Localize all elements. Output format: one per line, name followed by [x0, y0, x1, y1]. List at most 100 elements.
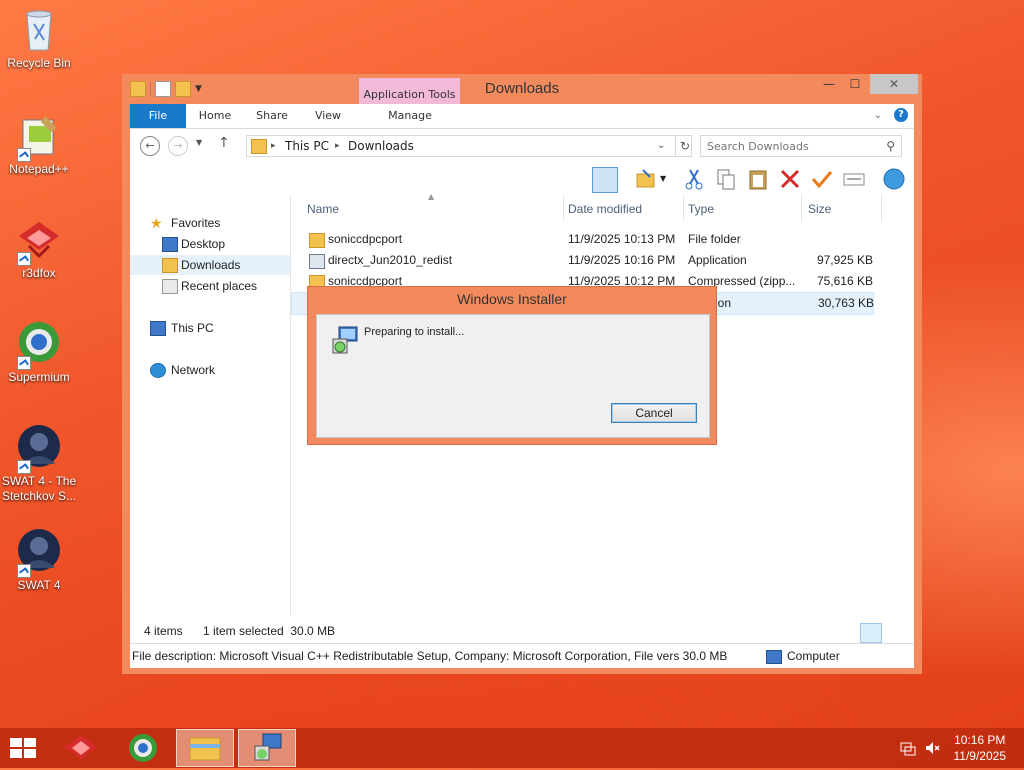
- expand-ribbon-icon[interactable]: ⌄: [874, 110, 882, 121]
- shortcut-arrow-icon: [17, 460, 31, 474]
- rename-checkmark-icon[interactable]: [810, 167, 834, 191]
- desktop-icon-label: Supermium: [8, 370, 70, 384]
- refresh-icon[interactable]: ↻: [675, 136, 690, 156]
- file-explorer-icon: [189, 737, 221, 761]
- maximize-button[interactable]: ☐: [842, 74, 868, 94]
- large-icons-view-icon[interactable]: [884, 623, 906, 643]
- tab-share[interactable]: Share: [248, 104, 296, 128]
- supermium-icon: [15, 320, 63, 370]
- file-size: 97,925 KB: [816, 253, 873, 267]
- swat4-stetchkov-icon: [15, 424, 63, 474]
- search-input[interactable]: [707, 140, 877, 153]
- column-header-name[interactable]: Name: [307, 202, 339, 216]
- address-dropdown-icon[interactable]: ⌄: [657, 136, 665, 156]
- shortcut-arrow-icon: [17, 148, 31, 162]
- shortcut-arrow-icon: [17, 252, 31, 266]
- network-icon: [150, 363, 166, 378]
- r3dfox-icon: [15, 216, 63, 266]
- file-type: File folder: [688, 232, 741, 246]
- star-icon: ★: [150, 215, 163, 231]
- sidebar-item-recent-places[interactable]: Recent places: [130, 276, 290, 296]
- up-button[interactable]: ↑: [218, 135, 230, 151]
- application-icon: [309, 254, 325, 269]
- taskbar-file-explorer[interactable]: [176, 729, 234, 767]
- sidebar-item-desktop[interactable]: Desktop: [130, 234, 290, 254]
- preview-pane-icon[interactable]: [592, 167, 618, 193]
- taskbar-r3dfox[interactable]: [52, 729, 110, 767]
- close-button[interactable]: ✕: [870, 74, 918, 94]
- installer-icon: [329, 325, 361, 357]
- breadcrumb-downloads[interactable]: Downloads: [348, 136, 414, 156]
- minimize-button[interactable]: —: [816, 74, 842, 94]
- cancel-button[interactable]: Cancel: [611, 403, 697, 423]
- column-header-type[interactable]: Type: [688, 202, 714, 216]
- column-separator[interactable]: [683, 195, 684, 221]
- dialog-body: Preparing to install... Cancel: [316, 314, 710, 438]
- downloads-folder-icon: [251, 139, 267, 154]
- address-bar[interactable]: ▸ This PC ▸ Downloads ⌄ ↻: [246, 135, 692, 157]
- file-description: File description: Microsoft Visual C++ R…: [132, 649, 728, 663]
- delete-icon[interactable]: [778, 167, 802, 191]
- sidebar-item-network[interactable]: Network: [130, 360, 290, 380]
- recycle-bin-icon: [15, 6, 63, 54]
- system-clock[interactable]: 10:16 PM 11/9/2025: [954, 732, 1007, 764]
- breadcrumb-this-pc[interactable]: This PC: [285, 136, 329, 156]
- tab-manage[interactable]: Manage: [378, 104, 442, 128]
- column-separator[interactable]: [801, 195, 802, 221]
- breadcrumb-separator-icon[interactable]: ▸: [335, 136, 340, 156]
- search-box: ⚲: [700, 135, 902, 157]
- paste-icon[interactable]: [746, 167, 770, 191]
- recent-locations-icon[interactable]: ▼: [196, 138, 202, 147]
- tab-view[interactable]: View: [306, 104, 350, 128]
- supermium-icon: [129, 734, 157, 762]
- network-status-icon[interactable]: [900, 740, 916, 756]
- desktop-icon-swat4[interactable]: SWAT 4: [0, 528, 78, 593]
- copy-icon[interactable]: [714, 167, 738, 191]
- sidebar-item-favorites[interactable]: ★ Favorites: [130, 213, 290, 233]
- desktop-icon-recycle-bin[interactable]: Recycle Bin: [0, 6, 78, 71]
- breadcrumb-separator-icon[interactable]: ▸: [271, 136, 276, 156]
- globe-icon[interactable]: [882, 167, 906, 191]
- chevron-down-icon[interactable]: ▼: [660, 167, 672, 191]
- table-row[interactable]: directx_Jun2010_redist 11/9/2025 10:16 P…: [291, 250, 874, 271]
- toolbar: ▼: [130, 163, 914, 195]
- forward-button[interactable]: →: [168, 136, 188, 156]
- column-header-row: Name ▲ Date modified Type Size: [291, 192, 914, 221]
- shortcut-arrow-icon: [17, 564, 31, 578]
- desktop-icon-supermium[interactable]: Supermium: [0, 320, 78, 385]
- column-separator[interactable]: [563, 195, 564, 221]
- start-button[interactable]: [10, 738, 38, 760]
- column-separator[interactable]: [881, 195, 882, 221]
- column-header-date-modified[interactable]: Date modified: [568, 202, 642, 216]
- taskbar-windows-installer[interactable]: [238, 729, 296, 767]
- notepad-plus-plus-icon: [15, 112, 63, 162]
- details-view-icon[interactable]: [860, 623, 882, 643]
- back-button[interactable]: ←: [140, 136, 160, 156]
- table-row[interactable]: soniccdpcport 11/9/2025 10:13 PM File fo…: [291, 229, 874, 250]
- cut-icon[interactable]: [682, 167, 706, 191]
- sidebar-item-this-pc[interactable]: This PC: [130, 318, 290, 338]
- desktop-icon-swat4-stetchkov[interactable]: SWAT 4 - The Stetchkov S...: [0, 424, 78, 504]
- desktop-icon-notepad-plus-plus[interactable]: Notepad++: [0, 112, 78, 177]
- windows-installer-dialog: Windows Installer Preparing to install..…: [307, 286, 717, 445]
- tab-home[interactable]: Home: [192, 104, 238, 128]
- file-type: Application: [688, 253, 747, 267]
- move-to-folder-icon[interactable]: [634, 167, 658, 191]
- ribbon-controls: ⌄ ?: [874, 108, 908, 122]
- sidebar-item-downloads[interactable]: Downloads: [130, 255, 290, 275]
- search-icon[interactable]: ⚲: [886, 136, 895, 156]
- volume-muted-icon[interactable]: [924, 740, 940, 756]
- title-bar[interactable]: ▼ Application Tools Downloads — ☐ ✕: [122, 74, 922, 126]
- desktop-icon-label: SWAT 4: [17, 578, 61, 592]
- desktop-icon-r3dfox[interactable]: r3dfox: [0, 216, 78, 281]
- sidebar-item-label: Favorites: [171, 216, 221, 230]
- help-icon[interactable]: ?: [894, 108, 908, 122]
- taskbar-supermium[interactable]: [114, 729, 172, 767]
- file-date: 11/9/2025 10:13 PM: [568, 232, 676, 246]
- swat4-icon: [15, 528, 63, 578]
- taskbar: 10:16 PM 11/9/2025: [0, 728, 1024, 768]
- column-header-size[interactable]: Size: [808, 202, 831, 216]
- tab-file[interactable]: File: [130, 104, 186, 128]
- location-label: Computer: [787, 649, 840, 663]
- properties-icon[interactable]: [842, 167, 866, 191]
